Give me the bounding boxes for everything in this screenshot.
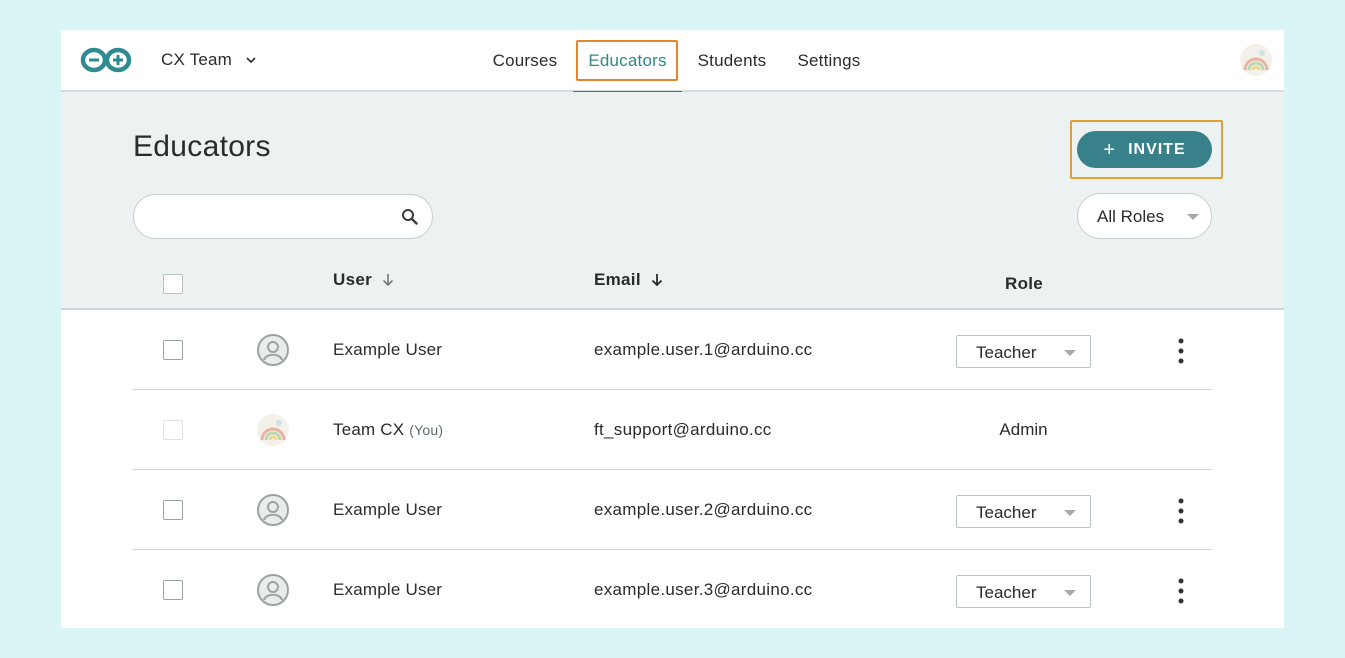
caret-down-icon — [1064, 590, 1076, 596]
row-checkbox-disabled — [163, 420, 183, 440]
sort-arrow-down-icon[interactable] — [650, 273, 664, 287]
column-header-role: Role — [1005, 274, 1043, 294]
caret-down-icon — [1064, 510, 1076, 516]
user-email: example.user.1@arduino.cc — [594, 340, 813, 359]
page-title: Educators — [133, 130, 271, 163]
column-header-role-label: Role — [1005, 274, 1044, 293]
arduino-logo-icon[interactable] — [80, 46, 132, 74]
user-name: Team CX (You) — [333, 420, 443, 440]
tab-courses[interactable]: Courses — [485, 30, 565, 92]
user-name: Example User — [333, 580, 442, 600]
user-email: example.user.2@arduino.cc — [594, 500, 813, 519]
invite-button[interactable]: + INVITE — [1077, 131, 1212, 168]
user-circle-icon — [257, 334, 289, 366]
role-dropdown-value: Teacher — [976, 503, 1037, 522]
account-avatar[interactable] — [1240, 44, 1272, 76]
column-header-user[interactable]: User — [333, 270, 395, 290]
role-dropdown-value: Teacher — [976, 343, 1037, 362]
row-checkbox[interactable] — [163, 580, 183, 600]
search-input[interactable] — [133, 194, 433, 239]
rainbow-avatar-icon — [257, 414, 289, 446]
more-options-icon[interactable] — [1169, 334, 1193, 368]
user-name-text: Team CX — [333, 420, 405, 439]
plus-icon: + — [1103, 138, 1117, 161]
roles-filter-value: All Roles — [1097, 207, 1165, 226]
role-dropdown[interactable]: Teacher — [956, 575, 1091, 608]
user-name: Example User — [333, 500, 442, 520]
search-icon[interactable] — [401, 208, 418, 225]
table-row: Team CX (You) ft_support@arduino.cc Admi… — [133, 390, 1212, 470]
user-name-text: Example User — [333, 340, 443, 359]
table-row: Example User example.user.3@arduino.cc T… — [133, 550, 1212, 628]
tab-educators-highlight — [576, 40, 678, 81]
user-circle-icon — [257, 574, 289, 606]
column-header-user-label: User — [333, 270, 373, 289]
role-dropdown-value: Teacher — [976, 583, 1037, 602]
table-row: Example User example.user.2@arduino.cc T… — [133, 470, 1212, 550]
tab-students[interactable]: Students — [689, 30, 775, 92]
more-options-icon[interactable] — [1169, 494, 1193, 528]
select-all-checkbox[interactable] — [163, 274, 183, 294]
page-header: Educators + INVITE All Roles User Email — [61, 92, 1284, 310]
invite-label: INVITE — [1128, 140, 1186, 158]
role-dropdown[interactable]: Teacher — [956, 335, 1091, 368]
table-row: Example User example.user.1@arduino.cc T… — [133, 310, 1212, 390]
user-name-text: Example User — [333, 580, 443, 599]
caret-down-icon — [1187, 214, 1199, 220]
user-name: Example User — [333, 340, 442, 360]
tab-settings[interactable]: Settings — [789, 30, 869, 92]
user-name-text: Example User — [333, 500, 443, 519]
team-selector-label[interactable]: CX Team — [161, 50, 232, 70]
user-email: example.user.3@arduino.cc — [594, 580, 813, 599]
row-checkbox[interactable] — [163, 500, 183, 520]
chevron-down-icon[interactable] — [245, 54, 257, 66]
rainbow-avatar-icon — [1240, 44, 1272, 76]
sort-arrow-down-icon[interactable] — [381, 273, 395, 287]
app-window: CX Team Courses Educators Students Setti… — [61, 30, 1284, 628]
row-checkbox[interactable] — [163, 340, 183, 360]
column-header-email[interactable]: Email — [594, 270, 664, 290]
top-navigation-bar: CX Team Courses Educators Students Setti… — [61, 30, 1284, 94]
role-text: Admin — [999, 420, 1048, 439]
column-header-email-label: Email — [594, 270, 641, 289]
user-circle-icon — [257, 494, 289, 526]
user-email: ft_support@arduino.cc — [594, 420, 772, 439]
caret-down-icon — [1064, 350, 1076, 356]
more-options-icon[interactable] — [1169, 574, 1193, 608]
role-dropdown[interactable]: Teacher — [956, 495, 1091, 528]
you-badge: (You) — [409, 422, 444, 438]
roles-filter-dropdown[interactable]: All Roles — [1077, 193, 1212, 239]
